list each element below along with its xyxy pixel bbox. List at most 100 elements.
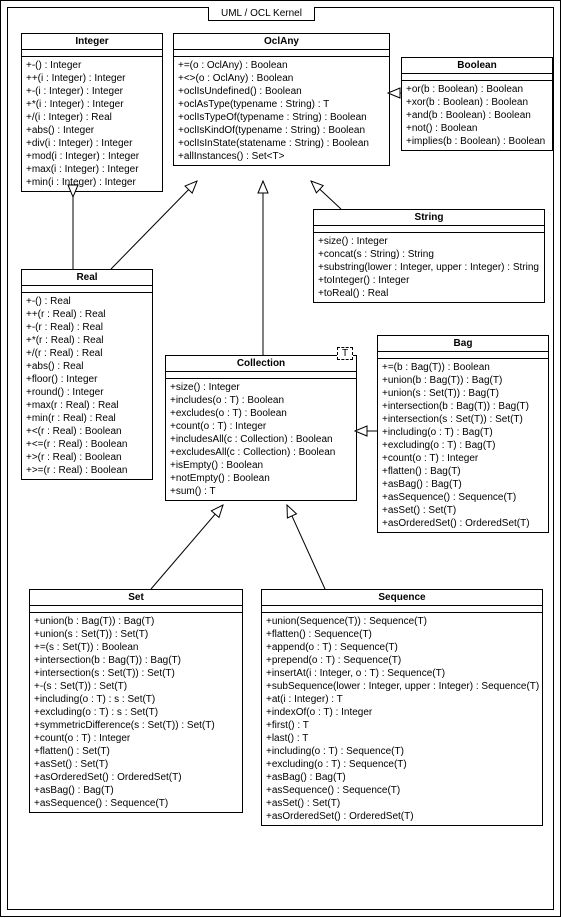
operation: +asBag() : Bag(T): [34, 784, 238, 797]
operation: +oclAsType(typename : String) : T: [178, 98, 385, 111]
operation: +max(r : Real) : Real: [26, 399, 148, 412]
operation: +=(b : Bag(T)) : Boolean: [382, 361, 544, 374]
operation: +includes(o : T) : Boolean: [170, 394, 352, 407]
operation: +union(s : Set(T)) : Set(T): [34, 628, 238, 641]
class-oclany-ops: +=(o : OclAny) : Boolean+<>(o : OclAny) …: [174, 57, 389, 165]
operation: +allInstances() : Set<T>: [178, 150, 385, 163]
operation: +asSequence() : Sequence(T): [382, 491, 544, 504]
operation: +size() : Integer: [318, 235, 540, 248]
operation: +asSequence() : Sequence(T): [266, 784, 538, 797]
operation: +insertAt(i : Integer, o : T) : Sequence…: [266, 667, 538, 680]
operation: +toReal() : Real: [318, 287, 540, 300]
class-collection-ops: +size() : Integer+includes(o : T) : Bool…: [166, 379, 356, 500]
operation: +asBag() : Bag(T): [266, 771, 538, 784]
operation: +>(r : Real) : Boolean: [26, 451, 148, 464]
operation: +asSet() : Set(T): [266, 797, 538, 810]
operation: +symmetricDifference(s : Set(T)) : Set(T…: [34, 719, 238, 732]
operation: +asSet() : Set(T): [34, 758, 238, 771]
class-collection-name: Collection: [166, 356, 356, 372]
operation: +abs() : Integer: [26, 124, 158, 137]
class-integer-name: Integer: [22, 34, 162, 50]
operation: +round() : Integer: [26, 386, 148, 399]
operation: +first() : T: [266, 719, 538, 732]
operation: +<>(o : OclAny) : Boolean: [178, 72, 385, 85]
operation: +intersection(s : Set(T)) : Set(T): [34, 667, 238, 680]
operation: +concat(s : String) : String: [318, 248, 540, 261]
diagram-title: UML / OCL Kernel: [208, 7, 315, 21]
operation: +not() : Boolean: [406, 122, 548, 135]
operation: +including(o : T) : Sequence(T): [266, 745, 538, 758]
operation: +excluding(o : T) : s : Set(T): [34, 706, 238, 719]
operation: +count(o : T) : Integer: [170, 420, 352, 433]
operation: +including(o : T) : s : Set(T): [34, 693, 238, 706]
operation: +=(s : Set(T)) : Boolean: [34, 641, 238, 654]
class-set-ops: +union(b : Bag(T)) : Bag(T)+union(s : Se…: [30, 613, 242, 812]
operation: +>=(r : Real) : Boolean: [26, 464, 148, 477]
operation: +=(o : OclAny) : Boolean: [178, 59, 385, 72]
operation: +asOrderedSet() : OrderedSet(T): [34, 771, 238, 784]
operation: +*(i : Integer) : Integer: [26, 98, 158, 111]
operation: +xor(b : Boolean) : Boolean: [406, 96, 548, 109]
operation: +oclIsKindOf(typename : String) : Boolea…: [178, 124, 385, 137]
operation: ++(r : Real) : Real: [26, 308, 148, 321]
operation: +union(s : Set(T)) : Bag(T): [382, 387, 544, 400]
operation: +includesAll(c : Collection) : Boolean: [170, 433, 352, 446]
operation: +excludes(o : T) : Boolean: [170, 407, 352, 420]
operation: +mod(i : Integer) : Integer: [26, 150, 158, 163]
class-boolean-ops: +or(b : Boolean) : Boolean+xor(b : Boole…: [402, 81, 552, 150]
operation: +union(Sequence(T)) : Sequence(T): [266, 615, 538, 628]
operation: +and(b : Boolean) : Boolean: [406, 109, 548, 122]
operation: +substring(lower : Integer, upper : Inte…: [318, 261, 540, 274]
operation: +/(r : Real) : Real: [26, 347, 148, 360]
class-set: Set +union(b : Bag(T)) : Bag(T)+union(s …: [29, 589, 243, 813]
collection-template-param: T: [337, 347, 353, 360]
operation: +-(i : Integer) : Integer: [26, 85, 158, 98]
class-real-name: Real: [22, 270, 152, 286]
class-string-ops: +size() : Integer+concat(s : String) : S…: [314, 233, 544, 302]
operation: +asSequence() : Sequence(T): [34, 797, 238, 810]
operation: +union(b : Bag(T)) : Bag(T): [34, 615, 238, 628]
class-sequence-name: Sequence: [262, 590, 542, 606]
operation: +min(i : Integer) : Integer: [26, 176, 158, 189]
class-bag: Bag +=(b : Bag(T)) : Boolean+union(b : B…: [377, 335, 549, 533]
operation: +asBag() : Bag(T): [382, 478, 544, 491]
operation: +<=(r : Real) : Boolean: [26, 438, 148, 451]
operation: +excluding(o : T) : Bag(T): [382, 439, 544, 452]
operation: +indexOf(o : T) : Integer: [266, 706, 538, 719]
operation: +toInteger() : Integer: [318, 274, 540, 287]
operation: +flatten() : Bag(T): [382, 465, 544, 478]
operation: +flatten() : Sequence(T): [266, 628, 538, 641]
operation: +asOrderedSet() : OrderedSet(T): [266, 810, 538, 823]
operation: +min(r : Real) : Real: [26, 412, 148, 425]
operation: +oclIsInState(statename : String) : Bool…: [178, 137, 385, 150]
operation: +isEmpty() : Boolean: [170, 459, 352, 472]
class-bag-name: Bag: [378, 336, 548, 352]
operation: +div(i : Integer) : Integer: [26, 137, 158, 150]
operation: +intersection(s : Set(T)) : Set(T): [382, 413, 544, 426]
operation: +oclIsUndefined() : Boolean: [178, 85, 385, 98]
operation: +implies(b : Boolean) : Boolean: [406, 135, 548, 148]
operation: +size() : Integer: [170, 381, 352, 394]
operation: +-() : Integer: [26, 59, 158, 72]
class-string-name: String: [314, 210, 544, 226]
class-set-name: Set: [30, 590, 242, 606]
operation: +max(i : Integer) : Integer: [26, 163, 158, 176]
operation: +count(o : T) : Integer: [34, 732, 238, 745]
class-sequence: Sequence +union(Sequence(T)) : Sequence(…: [261, 589, 543, 826]
operation: ++(i : Integer) : Integer: [26, 72, 158, 85]
operation: +or(b : Boolean) : Boolean: [406, 83, 548, 96]
class-collection: Collection +size() : Integer+includes(o …: [165, 355, 357, 501]
operation: +abs() : Real: [26, 360, 148, 373]
operation: +intersection(b : Bag(T)) : Bag(T): [382, 400, 544, 413]
class-boolean-name: Boolean: [402, 58, 552, 74]
operation: +flatten() : Set(T): [34, 745, 238, 758]
class-real: Real +-() : Real++(r : Real) : Real+-(r …: [21, 269, 153, 480]
operation: +last() : T: [266, 732, 538, 745]
class-string: String +size() : Integer+concat(s : Stri…: [313, 209, 545, 303]
operation: +sum() : T: [170, 485, 352, 498]
class-bag-ops: +=(b : Bag(T)) : Boolean+union(b : Bag(T…: [378, 359, 548, 532]
operation: +-(r : Real) : Real: [26, 321, 148, 334]
operation: +including(o : T) : Bag(T): [382, 426, 544, 439]
class-oclany: OclAny +=(o : OclAny) : Boolean+<>(o : O…: [173, 33, 390, 166]
class-integer-ops: +-() : Integer++(i : Integer) : Integer+…: [22, 57, 162, 191]
